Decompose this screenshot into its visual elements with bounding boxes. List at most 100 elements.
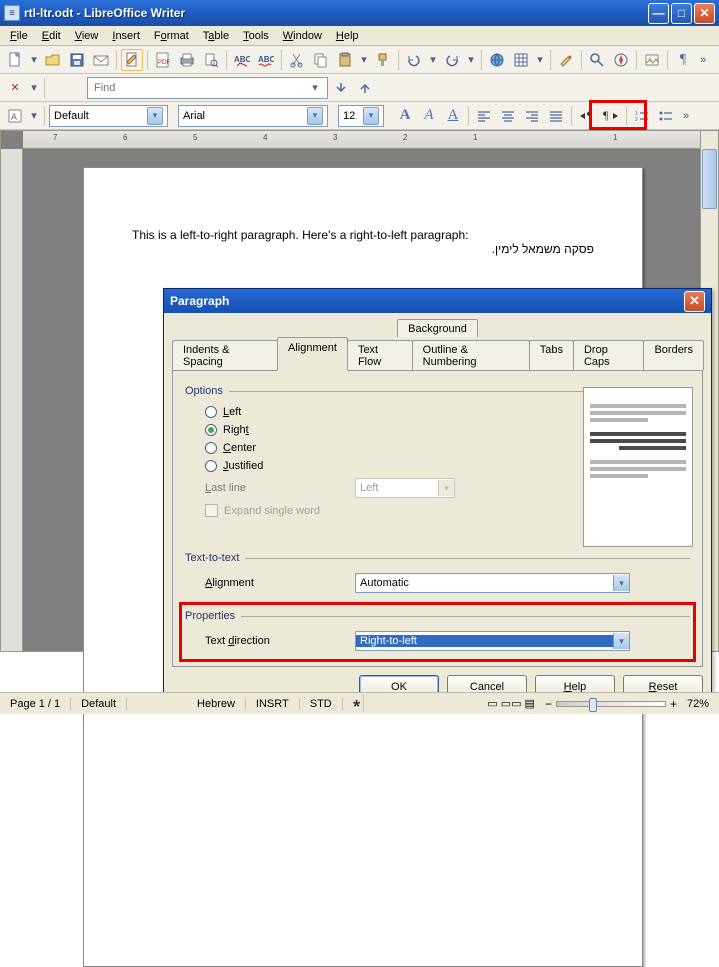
dialog-titlebar[interactable]: Paragraph ✕ bbox=[164, 289, 711, 313]
vertical-ruler[interactable] bbox=[1, 149, 23, 651]
styles-dropdown[interactable]: ▾ bbox=[28, 105, 40, 127]
rtl-button[interactable]: ¶ bbox=[600, 105, 622, 127]
svg-text:PDF: PDF bbox=[158, 60, 170, 66]
bold-button[interactable]: A bbox=[394, 105, 416, 127]
new-button[interactable] bbox=[4, 49, 26, 71]
scrollbar-thumb[interactable] bbox=[702, 149, 717, 209]
tab-outline-numbering[interactable]: Outline & Numbering bbox=[412, 340, 530, 370]
extra-dropdown[interactable]: » bbox=[696, 49, 710, 71]
menu-edit[interactable]: Edit bbox=[36, 28, 67, 44]
tab-indents-spacing[interactable]: Indents & Spacing bbox=[172, 340, 278, 370]
menu-help[interactable]: Help bbox=[330, 28, 365, 44]
copy-button[interactable] bbox=[310, 49, 332, 71]
window-titlebar: ≡ rtl-ltr.odt - LibreOffice Writer ― □ ✕ bbox=[0, 0, 719, 26]
alignment-preview bbox=[583, 387, 693, 547]
status-zoom[interactable]: 72% bbox=[677, 698, 719, 710]
redo-button[interactable] bbox=[441, 49, 463, 71]
format-dropdown[interactable]: » bbox=[679, 105, 693, 127]
findbar-dropdown[interactable]: ▾ bbox=[28, 77, 40, 99]
autospell-button[interactable]: ABC bbox=[255, 49, 277, 71]
properties-label: Properties bbox=[185, 610, 235, 622]
new-dropdown[interactable]: ▾ bbox=[28, 49, 40, 71]
paintbrush-button[interactable] bbox=[372, 49, 394, 71]
menu-table[interactable]: Table bbox=[197, 28, 235, 44]
menu-file[interactable]: File bbox=[4, 28, 34, 44]
numbered-list-button[interactable]: 12 bbox=[631, 105, 653, 127]
status-bar: Page 1 / 1 Default Hebrew INSRT STD 🞱 ▭ … bbox=[0, 692, 719, 714]
print-button[interactable] bbox=[176, 49, 198, 71]
t2t-alignment-select[interactable]: Automatic▾ bbox=[355, 573, 630, 593]
find-replace-button[interactable] bbox=[586, 49, 608, 71]
tab-borders[interactable]: Borders bbox=[643, 340, 704, 370]
status-style[interactable]: Default bbox=[71, 698, 127, 710]
preview-button[interactable] bbox=[200, 49, 222, 71]
dialog-close-button[interactable]: ✕ bbox=[684, 291, 705, 312]
status-selection-mode[interactable]: STD bbox=[300, 698, 343, 710]
font-size-combo[interactable]: 12▾ bbox=[338, 105, 384, 127]
align-center-button[interactable] bbox=[497, 105, 519, 127]
find-input-field[interactable] bbox=[92, 81, 307, 95]
paste-dropdown[interactable]: ▾ bbox=[358, 49, 370, 71]
paragraph-ltr[interactable]: This is a left-to-right paragraph. Here'… bbox=[132, 228, 594, 242]
italic-button[interactable]: A bbox=[418, 105, 440, 127]
align-right-button[interactable] bbox=[521, 105, 543, 127]
find-prev-button[interactable] bbox=[354, 77, 376, 99]
ltr-button[interactable]: ¶ bbox=[576, 105, 598, 127]
underline-button[interactable]: A bbox=[442, 105, 464, 127]
align-justify-button[interactable] bbox=[545, 105, 567, 127]
tab-tabs[interactable]: Tabs bbox=[529, 340, 574, 370]
status-page[interactable]: Page 1 / 1 bbox=[0, 698, 71, 710]
tab-alignment[interactable]: Alignment bbox=[277, 337, 348, 371]
navigator-button[interactable] bbox=[610, 49, 632, 71]
maximize-button[interactable]: □ bbox=[671, 3, 692, 24]
align-left-button[interactable] bbox=[473, 105, 495, 127]
save-button[interactable] bbox=[66, 49, 88, 71]
redo-dropdown[interactable]: ▾ bbox=[465, 49, 477, 71]
menu-format[interactable]: Format bbox=[148, 28, 195, 44]
open-button[interactable] bbox=[42, 49, 64, 71]
find-next-button[interactable] bbox=[330, 77, 352, 99]
gallery-button[interactable] bbox=[641, 49, 663, 71]
styles-button[interactable]: A bbox=[4, 105, 26, 127]
find-history-dropdown[interactable]: ▾ bbox=[307, 81, 323, 94]
text-direction-select[interactable]: Right-to-left▾ bbox=[355, 631, 630, 651]
paragraph-style-combo[interactable]: Default▾ bbox=[49, 105, 168, 127]
undo-dropdown[interactable]: ▾ bbox=[427, 49, 439, 71]
zoom-slider[interactable] bbox=[556, 701, 666, 707]
last-line-label: Last line bbox=[205, 482, 355, 494]
undo-button[interactable] bbox=[403, 49, 425, 71]
menu-view[interactable]: View bbox=[69, 28, 105, 44]
table-button[interactable] bbox=[510, 49, 532, 71]
t2t-alignment-label: Alignment bbox=[205, 577, 355, 589]
nonprinting-button[interactable]: ¶ bbox=[672, 49, 694, 71]
tab-background[interactable]: Background bbox=[397, 319, 478, 337]
bullet-list-button[interactable] bbox=[655, 105, 677, 127]
spelling-button[interactable]: ABC bbox=[231, 49, 253, 71]
hyperlink-button[interactable] bbox=[486, 49, 508, 71]
menu-insert[interactable]: Insert bbox=[106, 28, 146, 44]
menu-window[interactable]: Window bbox=[277, 28, 328, 44]
status-language[interactable]: Hebrew bbox=[187, 698, 246, 710]
font-name-combo[interactable]: Arial▾ bbox=[178, 105, 328, 127]
email-button[interactable] bbox=[90, 49, 112, 71]
paragraph-rtl[interactable]: פסקה משמאל לימין. bbox=[132, 242, 594, 256]
horizontal-ruler[interactable]: 7 6 5 4 3 2 1 1 bbox=[23, 131, 700, 149]
status-insert-mode[interactable]: INSRT bbox=[246, 698, 300, 710]
pdf-button[interactable]: PDF bbox=[152, 49, 174, 71]
find-input[interactable]: ▾ bbox=[87, 77, 328, 99]
svg-text:ABC: ABC bbox=[234, 55, 250, 64]
tab-drop-caps[interactable]: Drop Caps bbox=[573, 340, 644, 370]
cut-button[interactable] bbox=[286, 49, 308, 71]
close-findbar-button[interactable]: ✕ bbox=[4, 77, 26, 99]
expand-single-word-checkbox bbox=[205, 504, 218, 517]
tab-text-flow[interactable]: Text Flow bbox=[347, 340, 413, 370]
svg-text:¶: ¶ bbox=[587, 108, 593, 122]
window-close-button[interactable]: ✕ bbox=[694, 3, 715, 24]
menu-tools[interactable]: Tools bbox=[237, 28, 275, 44]
table-dropdown[interactable]: ▾ bbox=[534, 49, 546, 71]
minimize-button[interactable]: ― bbox=[648, 3, 669, 24]
status-view-layout[interactable]: ▭ ▭▭ ▤ bbox=[477, 697, 545, 710]
show-draw-button[interactable] bbox=[555, 49, 577, 71]
paste-button[interactable] bbox=[334, 49, 356, 71]
edit-doc-button[interactable] bbox=[121, 49, 143, 71]
